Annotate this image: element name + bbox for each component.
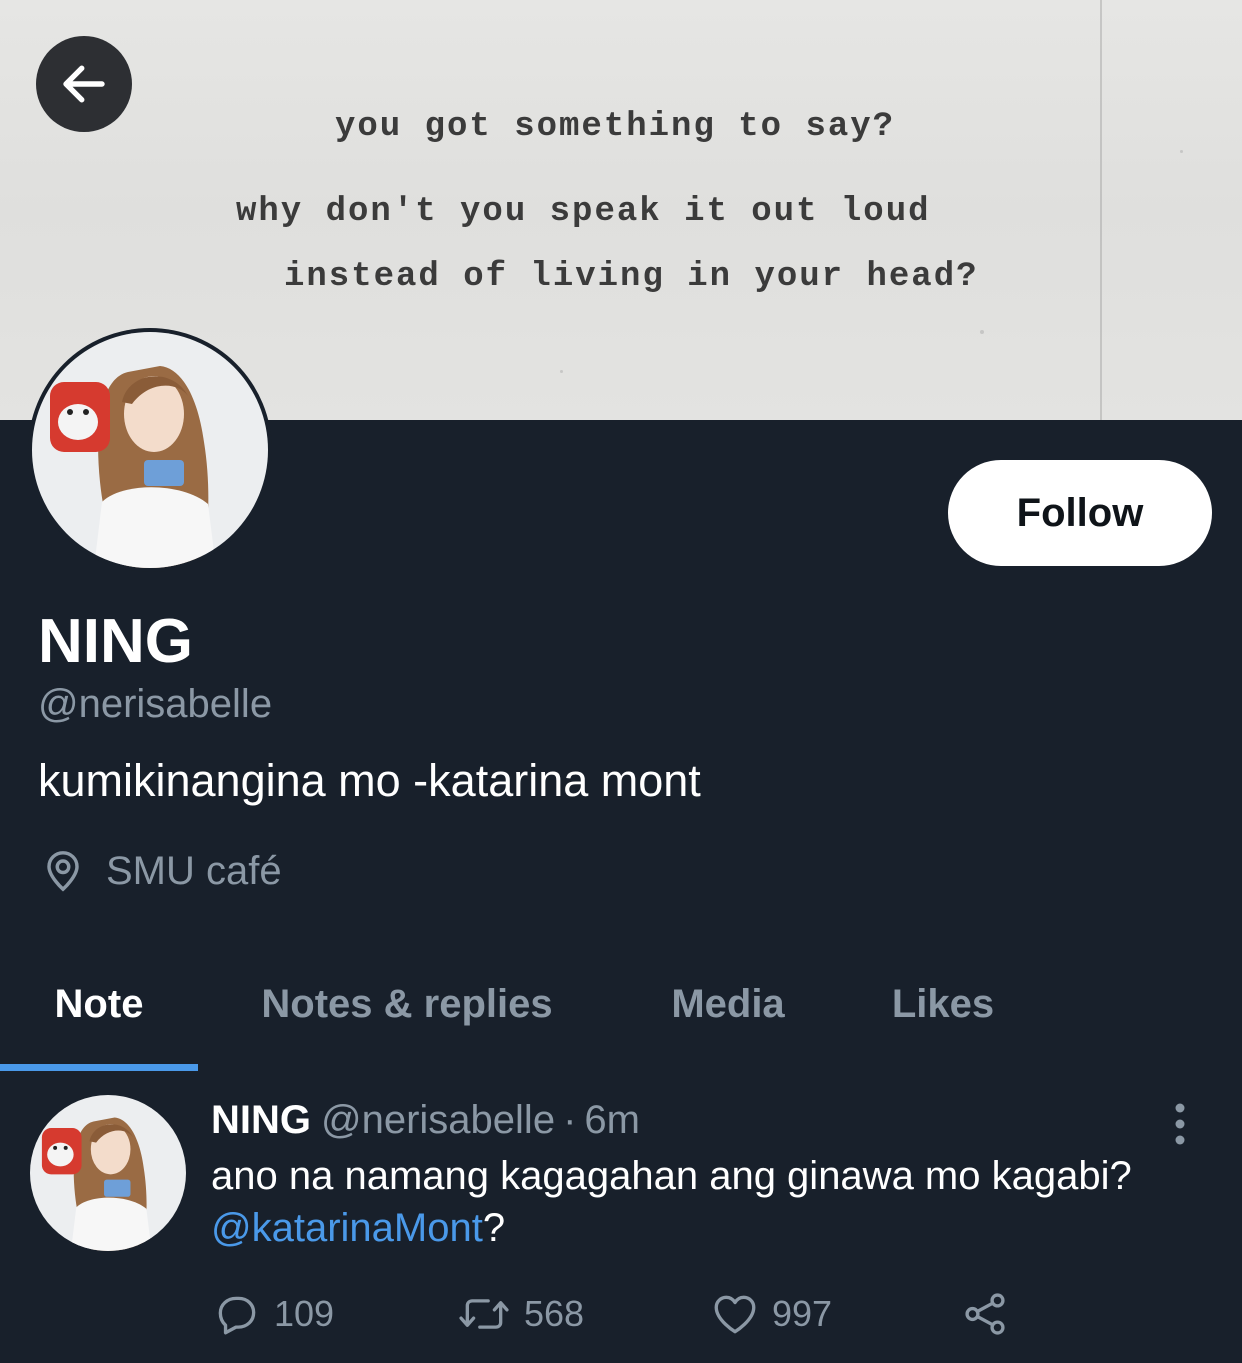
tweet-mention-link[interactable]: @katarinaMont — [211, 1206, 483, 1250]
avatar-image — [32, 332, 268, 568]
tweet-avatar[interactable] — [30, 1095, 186, 1251]
tab-note[interactable]: Note — [0, 940, 198, 1068]
location-text: SMU café — [106, 848, 282, 893]
tab-likes[interactable]: Likes — [860, 940, 1026, 1068]
more-vertical-icon — [1175, 1103, 1185, 1145]
arrow-left-icon — [63, 65, 105, 103]
paper-speck — [560, 370, 563, 373]
banner-text-line: you got something to say? — [335, 108, 896, 146]
tweet-timestamp[interactable]: 6m — [584, 1098, 640, 1142]
profile-avatar[interactable] — [28, 328, 272, 572]
like-button[interactable]: 997 — [710, 1286, 832, 1342]
tab-media[interactable]: Media — [640, 940, 816, 1068]
like-count: 997 — [772, 1293, 833, 1334]
profile-bio: kumikinangina mo -katarina mont — [38, 755, 701, 806]
tweet-header: NING @nerisabelle · 6m — [211, 1098, 640, 1143]
tweet-text-body: ano na namang kagagahan ang ginawa mo ka… — [211, 1154, 1132, 1198]
tweet-text-end: ? — [482, 1206, 506, 1250]
reply-count: 109 — [274, 1293, 335, 1334]
profile-tabs: Note Notes & replies Media Likes — [0, 940, 1242, 1072]
profile-page: you got something to say? why don't you … — [0, 0, 1242, 1363]
tweet-actions: 109 568 997 — [0, 1286, 1242, 1346]
share-icon — [965, 1293, 1005, 1335]
tweet-author-name[interactable]: NING — [211, 1098, 311, 1142]
retweet-button[interactable]: 568 — [456, 1286, 584, 1342]
retweet-icon — [459, 1299, 509, 1329]
banner-text-line: instead of living in your head? — [284, 258, 979, 296]
active-tab-indicator — [0, 1064, 198, 1071]
follow-button[interactable]: Follow — [948, 460, 1212, 566]
paper-speck — [1180, 150, 1183, 153]
back-button[interactable] — [36, 36, 132, 132]
profile-location: SMU café — [40, 848, 282, 894]
reply-button[interactable]: 109 — [212, 1286, 334, 1342]
paper-crease — [1100, 0, 1102, 420]
tweet-more-button[interactable] — [1160, 1100, 1200, 1148]
tweet-separator: · — [563, 1098, 577, 1142]
display-name: NING — [38, 607, 193, 676]
paper-speck — [980, 330, 984, 334]
tweet-author-handle[interactable]: @nerisabelle — [321, 1098, 555, 1142]
tweet-text: ano na namang kagagahan ang ginawa mo ka… — [211, 1150, 1171, 1254]
share-button[interactable] — [960, 1286, 1022, 1342]
profile-handle: @nerisabelle — [38, 682, 273, 726]
location-pin-icon — [47, 851, 79, 892]
heart-icon — [714, 1295, 756, 1334]
tab-notes-and-replies[interactable]: Notes & replies — [210, 940, 604, 1068]
reply-icon — [218, 1296, 256, 1335]
banner-text-line: why don't you speak it out loud — [236, 193, 931, 231]
retweet-count: 568 — [524, 1293, 585, 1334]
